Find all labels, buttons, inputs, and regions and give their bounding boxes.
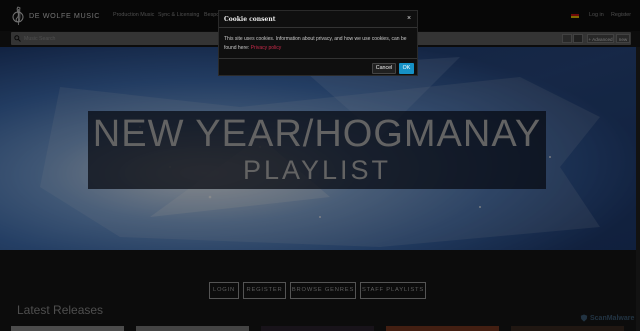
dialog-header: Cookie consent × (219, 11, 417, 28)
dialog-divider (219, 58, 417, 59)
dialog-body: This site uses cookies. Information abou… (224, 35, 412, 53)
cookie-consent-dialog: Cookie consent × This site uses cookies.… (218, 10, 418, 76)
close-icon[interactable]: × (407, 15, 411, 22)
privacy-policy-link[interactable]: Privacy policy (251, 45, 282, 51)
ok-button[interactable]: OK (399, 63, 414, 74)
page: DE WOLFE MUSIC Production Music Sync & L… (0, 0, 640, 331)
cancel-button[interactable]: Cancel (372, 63, 396, 74)
dialog-title: Cookie consent (224, 16, 276, 23)
